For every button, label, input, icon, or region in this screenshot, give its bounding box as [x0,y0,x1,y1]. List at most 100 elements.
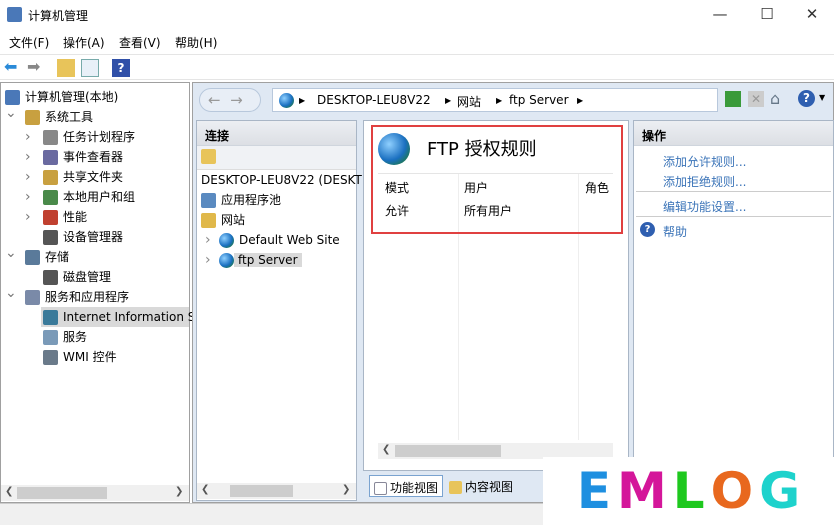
chevron-down-icon[interactable]: ⌄ [5,243,17,263]
tree-item[interactable]: 设备管理器 [41,227,123,247]
menu-view[interactable]: 查看(V) [119,34,161,51]
scroll-left-icon[interactable]: ❮ [382,444,390,455]
tree-item-icon [43,270,58,285]
chevron-right-icon[interactable]: › [25,127,31,147]
show-hide-tree-icon[interactable] [81,59,99,77]
tab-content-view[interactable]: 内容视图 [447,475,527,497]
highlight-box [371,125,623,234]
tree-item[interactable]: Internet Information S [41,307,195,327]
scroll-thumb[interactable] [17,487,107,499]
help-link[interactable]: 帮助 [663,223,687,240]
connection-item[interactable]: › ftp Server [205,250,302,270]
chevron-right-icon[interactable]: › [205,250,211,270]
maximize-button[interactable]: ☐ [744,0,790,30]
scroll-thumb[interactable] [230,485,293,497]
actions-panel: 操作 添加允许规则... 添加拒绝规则... 编辑功能设置... ? 帮助 [633,120,834,501]
computer-management-icon [7,7,22,22]
connections-title: 连接 [197,121,356,146]
scroll-right-icon[interactable]: ❯ [175,486,183,497]
connect-icon[interactable] [201,149,216,164]
tree-item[interactable]: ⌄ 存储 [5,245,70,267]
chevron-right-icon[interactable]: › [25,147,31,167]
chevron-down-icon[interactable]: ⌄ [5,283,17,303]
up-folder-icon[interactable] [57,59,75,77]
chevron-right-icon[interactable]: › [25,207,31,227]
connection-item[interactable]: 应用程序池 [201,190,281,210]
toolbar: ⬅ ➡ ? [0,54,834,80]
forward-arrow-icon[interactable]: ➡ [27,59,45,77]
actions-title: 操作 [634,121,833,146]
connection-item-label: ftp Server [234,253,302,267]
menu-action[interactable]: 操作(A) [63,34,105,51]
tab-features-view[interactable]: 功能视图 [369,475,443,497]
tree-item-label: 共享文件夹 [63,170,124,184]
back-arrow-icon[interactable]: ⬅ [4,59,22,77]
tree-item-label: 计算机管理(本地) [25,90,119,104]
connection-item[interactable]: DESKTOP-LEU8V22 (DESKT [201,170,362,190]
menu-help[interactable]: 帮助(H) [175,34,217,51]
tree-item[interactable]: › 本地用户和组 [25,187,135,207]
tree-item-label: 设备管理器 [63,230,124,244]
tree-item[interactable]: ⌄ 系统工具 [5,105,93,127]
chevron-right-icon[interactable]: › [25,167,31,187]
tree-item-label: 服务 [63,330,88,344]
tree-item-icon [43,190,58,205]
tree-item[interactable]: 磁盘管理 [41,267,111,287]
tree-item-label: 任务计划程序 [63,130,136,144]
back-icon[interactable]: ← [208,91,221,109]
tree-item[interactable]: ⌄ 服务和应用程序 [5,285,130,307]
chevron-down-icon[interactable]: ⌄ [5,103,17,123]
scroll-right-icon[interactable]: ❯ [342,484,350,495]
minimize-button[interactable]: — [697,0,743,30]
chevron-down-icon[interactable]: ▼ [819,93,825,102]
chevron-right-icon[interactable]: › [205,230,211,250]
refresh-icon[interactable] [725,91,741,107]
tree-item[interactable]: › 共享文件夹 [25,167,124,187]
tree-item-label: Internet Information S [63,310,196,324]
tree-item[interactable]: › 事件查看器 [25,147,124,167]
globe-icon [219,233,234,248]
watermark-letter: M [616,462,667,520]
tree-item-label: WMI 控件 [63,350,117,364]
scroll-left-icon[interactable]: ❮ [201,484,209,495]
connection-item-label: 网站 [221,213,246,227]
tree-item-icon [43,350,58,365]
tree-item-label: 事件查看器 [63,150,124,164]
watermark-letter: G [759,462,801,520]
menu-file[interactable]: 文件(F) [9,34,49,51]
add-deny-rule-link[interactable]: 添加拒绝规则... [663,173,746,190]
globe-icon [279,93,294,108]
breadcrumb-server[interactable]: DESKTOP-LEU8V22 [317,93,431,107]
breadcrumb-sites[interactable]: 网站 [457,93,481,110]
nav-back-forward[interactable]: ← → [199,88,261,112]
tree-item[interactable]: 计算机管理(本地) [3,87,118,107]
stop-icon[interactable]: ✕ [748,91,764,107]
tree-item-label: 服务和应用程序 [45,290,130,304]
scroll-thumb[interactable] [395,445,501,457]
tree-item-icon [43,170,58,185]
edit-feature-settings-link[interactable]: 编辑功能设置... [663,198,746,215]
tree-item[interactable]: › 任务计划程序 [25,127,136,147]
scroll-left-icon[interactable]: ❮ [5,486,13,497]
watermark-letter: L [672,462,705,520]
connection-item[interactable]: › Default Web Site [205,230,340,250]
forward-icon[interactable]: → [230,91,243,109]
connections-scrollbar[interactable]: ❮ ❯ [197,483,356,499]
tree-horizontal-scrollbar[interactable]: ❮ ❯ [1,485,189,501]
help-dropdown-icon[interactable]: ? [798,90,815,107]
tree-item[interactable]: › 性能 [25,207,87,227]
tree-item[interactable]: 服务 [41,327,87,347]
address-bar[interactable]: ▶ DESKTOP-LEU8V22 ▶ 网站 ▶ ftp Server ▶ [272,88,718,112]
tree-item-label: 存储 [45,250,70,264]
tree-item-icon [43,310,58,325]
add-allow-rule-link[interactable]: 添加允许规则... [663,153,746,170]
help-icon[interactable]: ? [112,59,130,77]
tree-item[interactable]: WMI 控件 [41,347,117,367]
close-button[interactable]: ✕ [789,0,834,30]
connection-item-label: DESKTOP-LEU8V22 (DESKT [201,173,362,187]
chevron-right-icon[interactable]: › [25,187,31,207]
breadcrumb-site[interactable]: ftp Server [509,93,569,107]
home-icon[interactable]: ⌂ [770,89,780,108]
connection-item[interactable]: 网站 [201,210,245,230]
help-icon: ? [640,222,655,237]
